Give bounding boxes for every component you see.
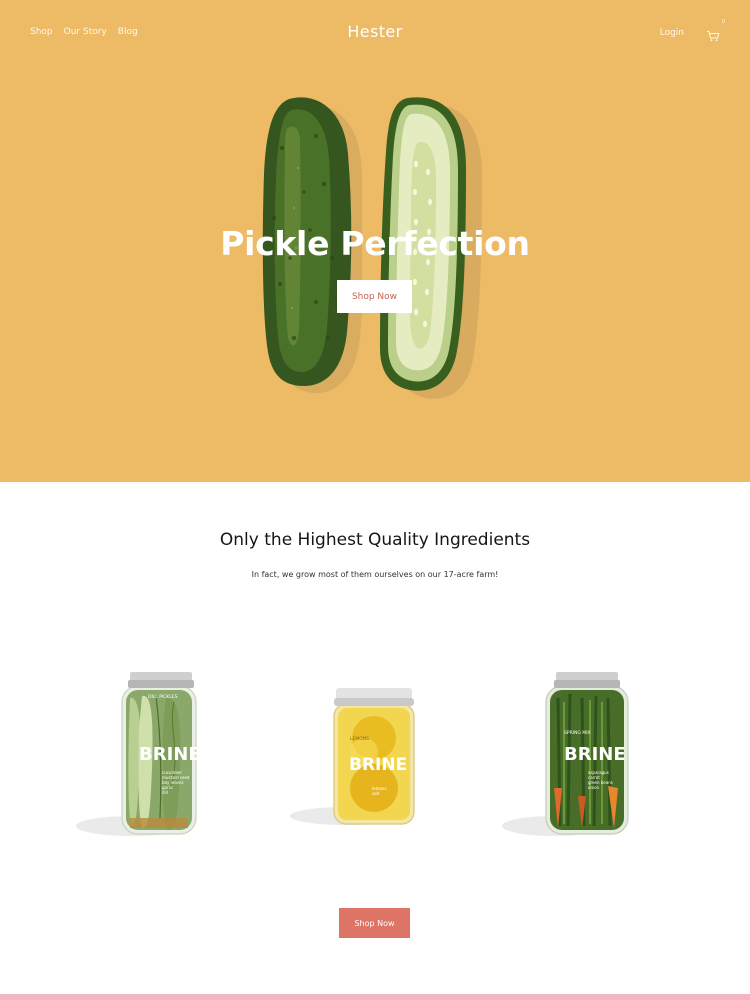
ingredients-title: Only the Highest Quality Ingredients <box>219 530 531 550</box>
jar-2-product-name: LEMONS <box>350 736 369 742</box>
jar-3-product-name: SPRING MIX <box>564 730 591 736</box>
hero-section: Shop Our Story Blog Hester Login 0 Pickl… <box>0 0 750 482</box>
jar-1-ingredient: dill <box>162 790 168 795</box>
product-jar-lemons[interactable]: LEMONS BRINE lemons salt <box>286 682 426 832</box>
jar-3-brand-label: BRINE <box>564 744 626 765</box>
ingredients-shop-now-button[interactable]: Shop Now <box>339 908 410 938</box>
top-navigation: Shop Our Story Blog Hester Login 0 <box>0 0 750 66</box>
cart-button[interactable]: 0 <box>706 19 725 42</box>
hero-title: Pickle Perfection <box>220 224 530 263</box>
ingredients-subtitle: In fact, we grow most of them ourselves … <box>251 570 499 579</box>
footer-accent-strip <box>0 994 750 1000</box>
product-jar-dill-pickles[interactable]: DILL PICKLES BRINE cucumber mustard seed… <box>70 668 210 844</box>
hero-shop-now-button[interactable]: Shop Now <box>337 280 412 313</box>
jar-2-brand-label: BRINE <box>349 755 407 775</box>
jar-1-brand-label: BRINE <box>139 744 201 765</box>
jar-3-ingredient: onion <box>588 785 600 790</box>
brand-logo[interactable]: Hester <box>0 22 750 41</box>
jar-1-product-name: DILL PICKLES <box>148 694 178 700</box>
jar-2-ingredient: salt <box>372 791 380 796</box>
login-link[interactable]: Login <box>660 28 684 38</box>
account-nav: Login 0 <box>660 19 725 42</box>
cart-count-badge: 0 <box>721 19 725 25</box>
cart-icon <box>707 31 720 42</box>
product-jar-spring-mix[interactable]: SPRING MIX BRINE asparagus carrot green … <box>496 668 636 844</box>
